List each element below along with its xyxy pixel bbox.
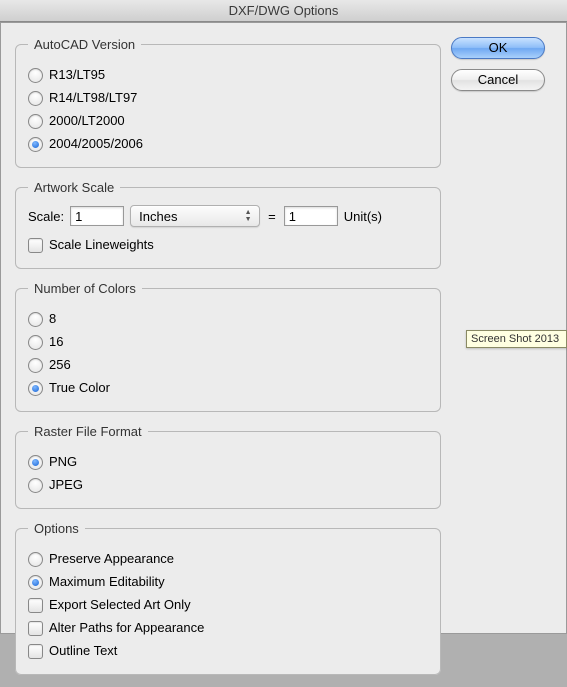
colors-option-truecolor[interactable]: True Color	[28, 378, 428, 398]
raster-option-png[interactable]: PNG	[28, 452, 428, 472]
radio-icon	[28, 575, 43, 590]
ok-button[interactable]: OK	[451, 37, 545, 59]
cancel-button[interactable]: Cancel	[451, 69, 545, 91]
scale-label: Scale:	[28, 209, 64, 224]
scale-input[interactable]	[70, 206, 124, 226]
checkbox-icon	[28, 644, 43, 659]
colors-option-256[interactable]: 256	[28, 355, 428, 375]
window-titlebar: DXF/DWG Options	[0, 0, 567, 22]
units-label: Unit(s)	[344, 209, 382, 224]
checkbox-icon	[28, 621, 43, 636]
checkbox-icon	[28, 238, 43, 253]
radio-icon	[28, 91, 43, 106]
radio-icon	[28, 312, 43, 327]
colors-option-16[interactable]: 16	[28, 332, 428, 352]
radio-icon	[28, 381, 43, 396]
option-preserve-appearance[interactable]: Preserve Appearance	[28, 549, 428, 569]
number-of-colors-legend: Number of Colors	[28, 281, 142, 296]
units-input[interactable]	[284, 206, 338, 226]
scale-lineweights-checkbox[interactable]: Scale Lineweights	[28, 235, 428, 255]
options-legend: Options	[28, 521, 85, 536]
option-maximum-editability[interactable]: Maximum Editability	[28, 572, 428, 592]
raster-option-jpeg[interactable]: JPEG	[28, 475, 428, 495]
autocad-version-legend: AutoCAD Version	[28, 37, 141, 52]
autocad-option-2004[interactable]: 2004/2005/2006	[28, 134, 428, 154]
unit-select-value: Inches	[139, 209, 177, 224]
radio-icon	[28, 68, 43, 83]
window-title: DXF/DWG Options	[229, 3, 339, 18]
dialog-body: AutoCAD Version R13/LT95 R14/LT98/LT97 2…	[0, 22, 567, 634]
artwork-scale-legend: Artwork Scale	[28, 180, 120, 195]
raster-format-legend: Raster File Format	[28, 424, 148, 439]
artwork-scale-group: Artwork Scale Scale: Inches ▲▼ = Unit(s)…	[15, 180, 441, 269]
option-outline-text[interactable]: Outline Text	[28, 641, 428, 661]
screenshot-tooltip: Screen Shot 2013	[466, 330, 567, 348]
colors-option-8[interactable]: 8	[28, 309, 428, 329]
radio-icon	[28, 114, 43, 129]
autocad-option-2000[interactable]: 2000/LT2000	[28, 111, 428, 131]
radio-icon	[28, 335, 43, 350]
radio-icon	[28, 137, 43, 152]
radio-icon	[28, 552, 43, 567]
autocad-option-r14[interactable]: R14/LT98/LT97	[28, 88, 428, 108]
updown-icon: ▲▼	[241, 208, 255, 224]
checkbox-icon	[28, 598, 43, 613]
options-group: Options Preserve Appearance Maximum Edit…	[15, 521, 441, 675]
autocad-version-group: AutoCAD Version R13/LT95 R14/LT98/LT97 2…	[15, 37, 441, 168]
number-of-colors-group: Number of Colors 8 16 256 True Color	[15, 281, 441, 412]
radio-icon	[28, 358, 43, 373]
equals-label: =	[266, 209, 278, 224]
raster-format-group: Raster File Format PNG JPEG	[15, 424, 441, 509]
radio-icon	[28, 455, 43, 470]
autocad-option-r13[interactable]: R13/LT95	[28, 65, 428, 85]
unit-select[interactable]: Inches ▲▼	[130, 205, 260, 227]
option-export-selected-only[interactable]: Export Selected Art Only	[28, 595, 428, 615]
option-alter-paths[interactable]: Alter Paths for Appearance	[28, 618, 428, 638]
radio-icon	[28, 478, 43, 493]
